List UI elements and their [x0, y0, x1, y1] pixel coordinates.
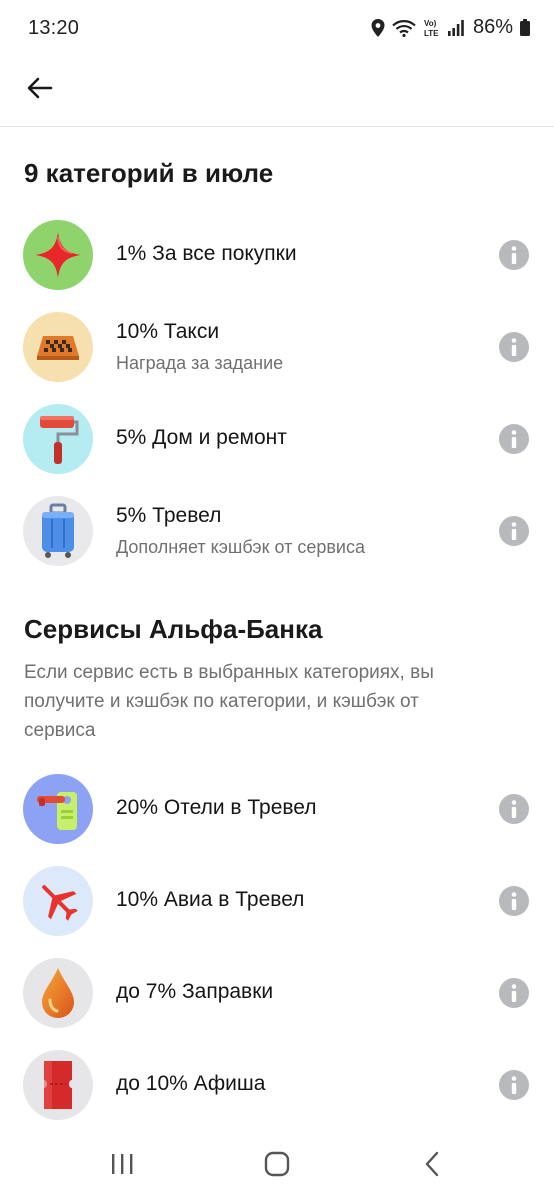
svg-text:Vo): Vo) — [424, 19, 437, 28]
volte-icon: Vo)LTE — [424, 19, 439, 38]
service-avatar — [23, 958, 93, 1028]
service-title: 20% Отели в Тревел — [116, 796, 317, 819]
info-icon[interactable] — [499, 1070, 529, 1100]
category-avatar — [23, 220, 93, 290]
service-row-avia[interactable]: 10% Авиа в Тревел — [0, 866, 554, 946]
info-icon[interactable] — [499, 424, 529, 454]
category-avatar — [23, 404, 93, 474]
location-icon — [371, 18, 385, 37]
info-icon[interactable] — [499, 332, 529, 362]
star-icon — [35, 232, 81, 278]
ticket-icon — [44, 1061, 72, 1109]
info-icon[interactable] — [499, 886, 529, 916]
category-title: 10% Такси — [116, 320, 220, 343]
services-title: Сервисы Альфа-Банка — [24, 614, 323, 644]
service-avatar — [23, 774, 93, 844]
home-button[interactable] — [257, 1146, 297, 1182]
category-row-all-purchases[interactable]: 1% За все покупки — [0, 220, 554, 300]
paint-roller-icon — [40, 416, 79, 464]
category-avatar — [23, 312, 93, 382]
category-row-taxi[interactable]: 10% Такси Награда за задание — [0, 312, 554, 392]
categories-title: 9 категорий в июле — [24, 158, 274, 188]
service-avatar — [23, 866, 93, 936]
category-title: 1% За все покупки — [116, 242, 297, 265]
recent-apps-icon — [112, 1154, 133, 1174]
arrow-left-icon — [27, 77, 53, 99]
suitcase-icon — [42, 503, 74, 558]
door-hanger-icon — [37, 792, 77, 830]
fuel-drop-icon — [42, 968, 74, 1018]
status-time: 13:20 — [28, 17, 80, 39]
category-title: 5% Дом и ремонт — [116, 426, 287, 449]
app-bar — [0, 58, 554, 127]
system-nav-bar — [0, 1130, 554, 1200]
category-subtitle: Дополняет кэшбэк от сервиса — [116, 537, 365, 557]
category-subtitle: Награда за задание — [116, 353, 284, 373]
svg-text:LTE: LTE — [424, 29, 439, 38]
category-row-travel[interactable]: 5% Тревел Дополняет кэшбэк от сервиса — [0, 496, 554, 576]
service-row-hotels[interactable]: 20% Отели в Тревел — [0, 774, 554, 854]
service-title: до 7% Заправки — [116, 980, 274, 1003]
category-title: 5% Тревел — [116, 504, 222, 527]
service-title: до 10% Афиша — [116, 1072, 266, 1095]
airplane-icon — [42, 885, 78, 921]
wifi-icon — [392, 19, 416, 37]
back-button[interactable] — [22, 70, 58, 106]
back-nav-button[interactable] — [412, 1146, 452, 1182]
battery-percent: 86% — [472, 16, 513, 38]
signal-icon — [447, 19, 464, 36]
taxi-sign-icon — [37, 336, 79, 360]
info-icon[interactable] — [499, 794, 529, 824]
info-icon[interactable] — [499, 240, 529, 270]
recent-apps-button[interactable] — [102, 1146, 142, 1182]
home-icon — [264, 1151, 290, 1177]
status-bar: 13:20 Vo) LTE 86% — [0, 0, 554, 58]
service-avatar — [23, 1050, 93, 1120]
category-avatar — [23, 496, 93, 566]
info-icon[interactable] — [499, 978, 529, 1008]
info-icon[interactable] — [499, 516, 529, 546]
services-description: Если сервис есть в выбранных категориях,… — [24, 662, 434, 741]
service-row-fuel[interactable]: до 7% Заправки — [0, 958, 554, 1038]
battery-icon — [520, 19, 530, 36]
back-nav-icon — [425, 1151, 439, 1177]
service-row-afisha[interactable]: до 10% Афиша — [0, 1050, 554, 1130]
service-title: 10% Авиа в Тревел — [116, 888, 305, 911]
status-icons: Vo) LTE 86% — [371, 16, 530, 39]
category-row-home-repair[interactable]: 5% Дом и ремонт — [0, 404, 554, 484]
